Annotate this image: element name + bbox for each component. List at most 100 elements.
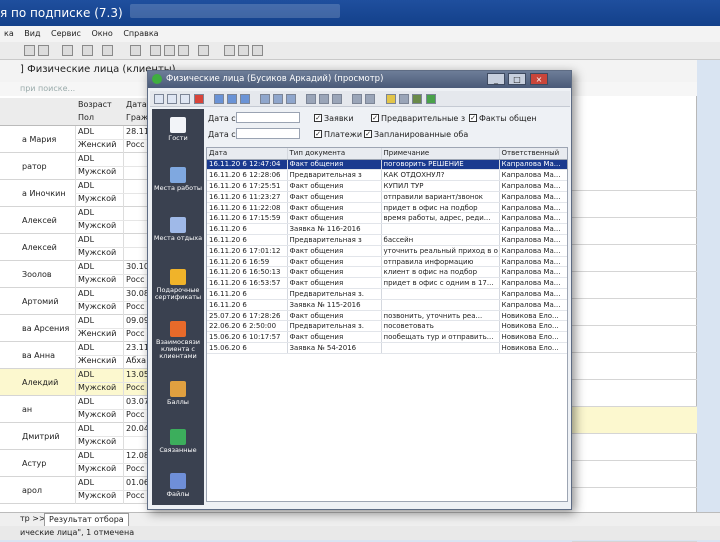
side-panel-item[interactable]: Гости — [152, 117, 204, 142]
menu-item-help[interactable]: Справка — [119, 26, 162, 38]
table-row[interactable]: 16.11.20 6 Предварительная з. Капралова Ма… — [207, 288, 567, 300]
table-row[interactable]: 16.11.20 6 Заявка № 116-2016 Капралова Ма.… — [207, 223, 567, 236]
table-row[interactable]: 16.11.20 6 11:22:08 Факт общения придет в … — [207, 202, 567, 214]
copy-icon[interactable] — [180, 94, 190, 104]
side-panel-item[interactable]: Места отдыха — [152, 217, 204, 242]
table-row[interactable]: 16.11.20 6 17:15:59 Факт общения время раб… — [207, 212, 567, 225]
side-panel-item-icon — [170, 381, 186, 397]
table-row[interactable]: 16.11.20 6 11:23:27 Факт общения отправили… — [207, 191, 567, 203]
export-icon[interactable] — [319, 94, 329, 104]
checkbox-requests[interactable]: ✓ — [314, 114, 322, 122]
star-icon[interactable] — [386, 94, 396, 104]
table-row[interactable]: 22.06.20 6 2:50:00 Предварительная з. посо… — [207, 320, 567, 333]
table-row[interactable]: 16.11.20 6 16:59 Факт общения отправила ин… — [207, 256, 567, 268]
side-panel-item[interactable]: Подарочные сертификаты — [152, 269, 204, 301]
print-icon[interactable] — [62, 45, 73, 56]
column-header-age[interactable]: Возраст — [78, 100, 112, 109]
table-row[interactable]: арол ADL Мужской 01.06. Росс — [0, 477, 151, 504]
table-row[interactable]: 15.06.20 6 Заявка № 54-2016 Новикова Ело..… — [207, 342, 567, 354]
table-row[interactable]: а Иночкин ADL Мужской — [0, 180, 150, 207]
edit-icon[interactable] — [167, 94, 177, 104]
sort-icon[interactable] — [260, 94, 270, 104]
table-row[interactable]: 16.11.20 6 17:25:51 Факт общения КУПИЛ ТУР… — [207, 180, 567, 192]
search-icon[interactable] — [273, 94, 283, 104]
checkbox-payments[interactable]: ✓ — [314, 130, 322, 138]
side-panel-item[interactable]: Места работы — [152, 167, 204, 192]
table-row[interactable]: 16.11.20 6 12:47:04 Факт общения поговорит… — [207, 159, 567, 171]
table-row[interactable]: 16.11.20 6 12:28:06 Предварительная з КАК … — [207, 169, 567, 182]
menu-item-view[interactable]: Вид — [20, 26, 44, 38]
cut-icon[interactable] — [150, 45, 161, 56]
refresh-icon[interactable] — [130, 45, 141, 56]
calendar-icon[interactable] — [164, 45, 175, 56]
close-button[interactable]: × — [530, 73, 548, 85]
paste-icon[interactable] — [102, 45, 113, 56]
tab-filter-result[interactable]: Результат отбора — [44, 513, 129, 527]
table-row[interactable]: Зоолов ADL Мужской 30.10 Росс — [0, 261, 150, 288]
table-row[interactable]: 16.11.20 6 Заявка № 115-2016 Капралова Ма.… — [207, 299, 567, 311]
date-to-input[interactable] — [236, 128, 300, 139]
save-icon[interactable] — [38, 45, 49, 56]
columns-icon[interactable] — [286, 94, 296, 104]
menu-item-service[interactable]: Сервис — [47, 26, 85, 38]
checkbox-contacts[interactable]: ✓ — [469, 114, 477, 122]
side-panel-item[interactable]: Связанные — [152, 429, 204, 454]
dialog-title-bar[interactable]: Физические лица (Бусиков Аркадий) (просм… — [148, 71, 571, 88]
column-header-sex[interactable]: Пол — [78, 113, 94, 122]
menu-item-window[interactable]: Окно — [88, 26, 117, 38]
open-icon[interactable] — [24, 45, 35, 56]
list-icon[interactable] — [399, 94, 409, 104]
table-row[interactable]: 25.07.20 6 17:28:26 Факт общения позвонить… — [207, 310, 567, 322]
arrow-down-icon[interactable] — [240, 94, 250, 104]
column-header-date[interactable]: Дата — [207, 148, 288, 160]
chart-icon[interactable] — [365, 94, 375, 104]
arrow-up-icon[interactable] — [227, 94, 237, 104]
table-row[interactable]: Дмитрий ADL Мужской 20.04. — [0, 423, 151, 450]
copy-icon[interactable] — [82, 45, 93, 56]
filter-icon[interactable] — [214, 94, 224, 104]
table-row[interactable]: Астур ADL Мужской 12.08. Росс — [0, 450, 151, 477]
column-header-doc-type[interactable]: Тип документа — [287, 148, 382, 160]
delete-icon[interactable] — [194, 94, 204, 104]
table-row[interactable]: Алексей ADL Мужской — [0, 207, 150, 234]
back-icon[interactable] — [426, 94, 436, 104]
column-header-date[interactable]: Дата — [126, 100, 147, 109]
side-panel-item[interactable]: Файлы — [152, 473, 204, 498]
menu-item-file[interactable]: ка — [0, 26, 18, 38]
side-panel-item[interactable]: Взаимосвязи клиента с клиентами — [152, 321, 204, 360]
table-row[interactable]: Алексей ADL Мужской — [0, 234, 150, 261]
table-row[interactable]: Алекдий ADL Мужской 13.05. Росс — [0, 369, 151, 396]
checkbox-planned[interactable]: ✓ — [364, 130, 372, 138]
maximize-button[interactable]: □ — [508, 73, 526, 85]
table-row[interactable]: Артомий ADL Мужской 30.08. Росс — [0, 288, 151, 315]
table-row[interactable]: ва Анна ADL Женский 23.11. Абха — [0, 342, 151, 369]
table-row[interactable]: 16.11.20 6 Предварительная з бассейн Капрал… — [207, 234, 567, 246]
table-row[interactable]: ан ADL Мужской 03.07. Росс — [0, 396, 151, 423]
table-row[interactable]: 16.11.20 6 16:53:57 Факт общения придет в … — [207, 277, 567, 290]
table-row[interactable]: а Мария ADL Женский 28.11. Росс — [0, 126, 151, 153]
tile-icon[interactable] — [224, 45, 235, 56]
column-header-note[interactable]: Примечание — [381, 148, 500, 160]
side-panel-item[interactable]: Баллы — [152, 381, 204, 406]
checkbox-preliminary[interactable]: ✓ — [371, 114, 379, 122]
client-name-cell: Артомий — [22, 297, 59, 306]
print-icon[interactable] — [306, 94, 316, 104]
table-row[interactable]: 15.06.20 6 10:17:57 Факт общения пообещать… — [207, 331, 567, 344]
column-header-citizenship[interactable]: Граж — [126, 113, 148, 122]
mail-icon[interactable] — [332, 94, 342, 104]
minimize-button[interactable]: _ — [487, 73, 505, 85]
table-row[interactable]: ва Арсения ADL Женский 09.09. Росс — [0, 315, 151, 342]
column-header-responsible[interactable]: Ответственный — [499, 148, 567, 160]
cascade-icon[interactable] — [238, 45, 249, 56]
table-row[interactable]: 16.11.20 6 17:01:12 Факт общения уточнить … — [207, 245, 567, 257]
client-name-cell: Зоолов — [22, 270, 52, 279]
date-from-input[interactable] — [236, 112, 300, 123]
calculator-icon[interactable] — [178, 45, 189, 56]
table-row[interactable]: 16.11.20 6 16:50:13 Факт общения клиент в … — [207, 266, 567, 279]
grid-icon[interactable] — [412, 94, 422, 104]
report-icon[interactable] — [352, 94, 362, 104]
window-icon[interactable] — [198, 45, 209, 56]
table-row[interactable]: ратор ADL Мужской — [0, 153, 150, 180]
new-icon[interactable] — [154, 94, 164, 104]
help-icon[interactable] — [252, 45, 263, 56]
